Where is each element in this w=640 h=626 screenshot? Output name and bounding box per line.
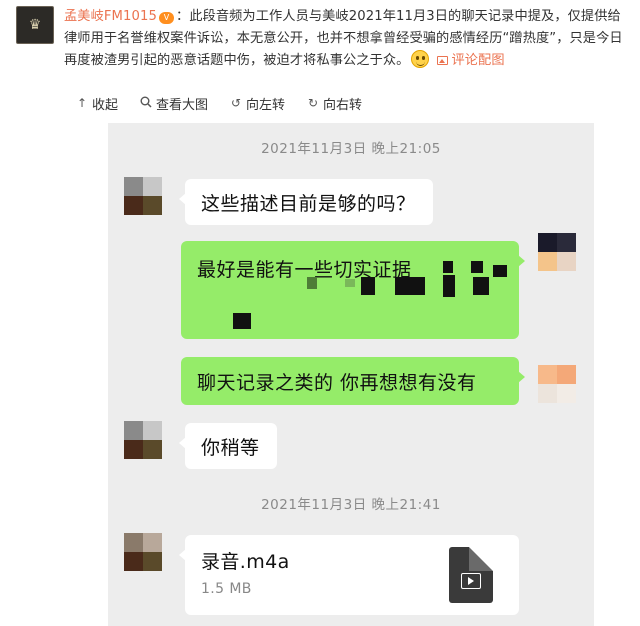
timestamp-1: 2021年11月3日 晚上21:05 (261, 141, 441, 157)
pixelation-mark (307, 277, 317, 289)
rotate-left-button[interactable]: ↺ 向左转 (230, 94, 285, 113)
pixelation-mark (361, 277, 375, 295)
pixelation-mark (473, 277, 489, 295)
message-bubble-4: 你稍等 (179, 423, 277, 469)
rotate-right-icon: ↻ (308, 96, 319, 110)
contact-avatar (124, 421, 162, 459)
username-link[interactable]: 孟美岐FM1015 (64, 9, 157, 24)
message-bubble-1: 这些描述目前是够的吗？ (179, 179, 433, 225)
contact-avatar (124, 533, 162, 571)
image-toolbar: ↑ 收起 查看大图 ↺ 向左转 ↻ 向右转 (76, 92, 362, 114)
collapse-button[interactable]: ↑ 收起 (76, 94, 118, 113)
chat-screenshot[interactable]: 2021年11月3日 晚上21:05 这些描述目前是够的吗？ 最好是能有一些切实… (108, 123, 594, 626)
weibo-post: ♛ 孟美岐FM1015 V ：此段音频为工作人员与美岐2021年11月3日的聊天记录… (0, 0, 640, 78)
timestamp-2: 2021年11月3日 晚上21:41 (261, 497, 441, 513)
video-file-icon (449, 547, 493, 603)
message-bubble-2: 最好是能有一些切实证据 (181, 241, 525, 339)
collapse-label: 收起 (92, 97, 119, 113)
message-text-3: 聊天记录之类的 你再想想有没有 (197, 371, 477, 394)
comment-image-link[interactable]: 评论配图 (451, 53, 504, 68)
rotate-left-label: 向左转 (246, 97, 286, 113)
message-bubble-3: 聊天记录之类的 你再想想有没有 (181, 357, 525, 405)
pixelation-mark (345, 279, 355, 287)
rotate-right-button[interactable]: ↻ 向右转 (307, 94, 362, 113)
view-large-label: 查看大图 (156, 97, 209, 113)
contact-avatar (124, 177, 162, 215)
search-icon (140, 96, 152, 111)
file-name: 录音.m4a (201, 551, 290, 573)
crest-icon: ♛ (28, 17, 42, 33)
file-size: 1.5 MB (201, 581, 252, 597)
rotate-right-label: 向右转 (323, 97, 363, 113)
message-text-2: 最好是能有一些切实证据 (197, 259, 412, 281)
pixelation-mark (493, 265, 507, 277)
pixelation-mark (443, 275, 455, 297)
message-text-4: 你稍等 (201, 436, 260, 459)
vip-badge-icon: V (159, 12, 174, 24)
pixelation-mark (233, 313, 251, 329)
rotate-left-icon: ↺ (231, 96, 242, 110)
self-avatar (538, 233, 576, 271)
pixelation-mark (443, 261, 453, 273)
audio-file-message[interactable]: 录音.m4a 1.5 MB (179, 535, 519, 615)
self-avatar (538, 365, 576, 403)
post-text: 孟美岐FM1015 V ：此段音频为工作人员与美岐2021年11月3日的聊天记录中提… (64, 6, 630, 72)
user-avatar[interactable]: ♛ (16, 6, 54, 44)
message-text-1: 这些描述目前是够的吗？ (201, 192, 416, 215)
image-icon (437, 56, 449, 65)
view-large-button[interactable]: 查看大图 (140, 94, 208, 113)
pixelation-mark (395, 277, 425, 295)
arrow-up-icon: ↑ (76, 96, 88, 110)
pixelation-mark (471, 261, 483, 273)
smile-emoji-icon (411, 50, 430, 68)
